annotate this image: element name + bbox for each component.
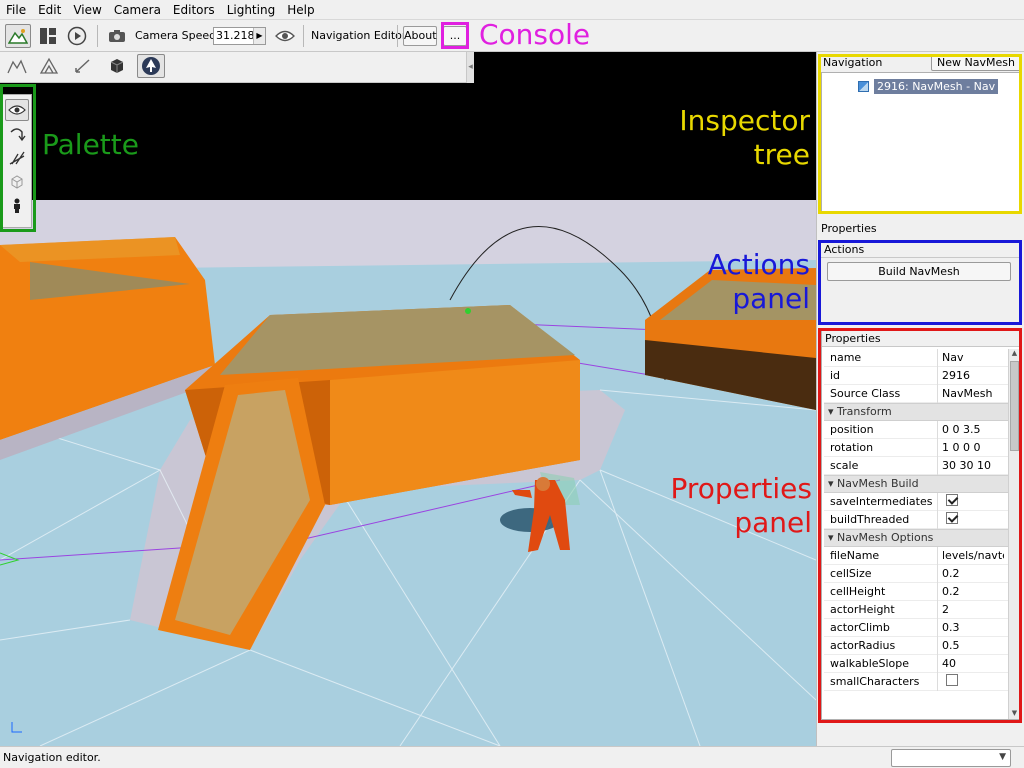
menu-view[interactable]: View — [67, 0, 107, 20]
about-button[interactable]: About — [403, 26, 437, 46]
eye-icon — [275, 30, 295, 42]
properties-annotation-line2: panel — [734, 506, 812, 539]
chevron-down-icon: ▼ — [999, 752, 1006, 762]
palette-highlight — [0, 84, 36, 232]
inspector-annotation-line1: Inspector — [679, 104, 810, 137]
navigation-icon — [142, 57, 160, 75]
actions-annotation: Actions panel — [680, 248, 810, 316]
properties-highlight — [818, 328, 1022, 723]
menu-bar: File Edit View Camera Editors Lighting H… — [0, 0, 1024, 20]
mesh-tool-button[interactable] — [36, 54, 62, 78]
terrain-icon — [8, 29, 28, 44]
terrain-tool-icon — [7, 59, 27, 74]
camera-button[interactable] — [104, 24, 130, 48]
menu-file[interactable]: File — [0, 0, 32, 20]
menu-editors[interactable]: Editors — [167, 0, 221, 20]
properties-annotation: Properties panel — [650, 472, 812, 540]
menu-edit[interactable]: Edit — [32, 0, 67, 20]
terrain-tool-button[interactable] — [4, 54, 30, 78]
palette-annotation: Palette — [42, 128, 139, 161]
properties-annotation-line1: Properties — [670, 472, 812, 505]
editor-tools-toolbar: ◂ — [0, 52, 474, 83]
play-icon — [67, 26, 87, 46]
paint-tool-button[interactable] — [70, 54, 96, 78]
actions-annotation-line2: panel — [732, 282, 810, 315]
layout-button[interactable] — [35, 24, 61, 48]
toolbar-grip-handle[interactable]: ◂ — [466, 52, 474, 83]
inspector-annotation: Inspector tree — [660, 104, 810, 172]
inspector-annotation-line2: tree — [753, 138, 810, 171]
layout-icon — [40, 28, 56, 44]
camera-icon — [109, 30, 125, 42]
visibility-button[interactable] — [272, 24, 298, 48]
console-highlight — [441, 22, 469, 49]
menu-lighting[interactable]: Lighting — [221, 0, 282, 20]
navigation-tool-button[interactable] — [137, 54, 165, 78]
camera-speed-label: Camera Speed — [135, 29, 217, 42]
play-button[interactable] — [64, 24, 90, 48]
world-editor-button[interactable] — [5, 24, 31, 48]
brush-icon — [75, 59, 90, 73]
object-tool-button[interactable] — [104, 54, 130, 78]
console-annotation: Console — [479, 18, 591, 51]
status-text: Navigation editor. — [3, 751, 101, 764]
camera-speed-input[interactable]: 31.218 ▶ — [213, 27, 266, 45]
cube-icon — [110, 59, 124, 73]
menu-camera[interactable]: Camera — [108, 0, 167, 20]
editor-name-label: Navigation Editor — [311, 29, 407, 42]
status-dropdown[interactable]: ▼ — [891, 749, 1011, 767]
menu-help[interactable]: Help — [281, 0, 320, 20]
inspector-highlight — [818, 54, 1022, 214]
properties-tab-label: Properties — [821, 222, 877, 235]
status-bar: Navigation editor. ▼ — [0, 746, 1024, 768]
camera-speed-value: 31.218 — [216, 29, 255, 42]
actions-highlight — [818, 240, 1022, 325]
chevron-right-icon[interactable]: ▶ — [253, 28, 265, 44]
triangle-icon — [39, 57, 59, 74]
actions-annotation-line1: Actions — [707, 248, 810, 281]
